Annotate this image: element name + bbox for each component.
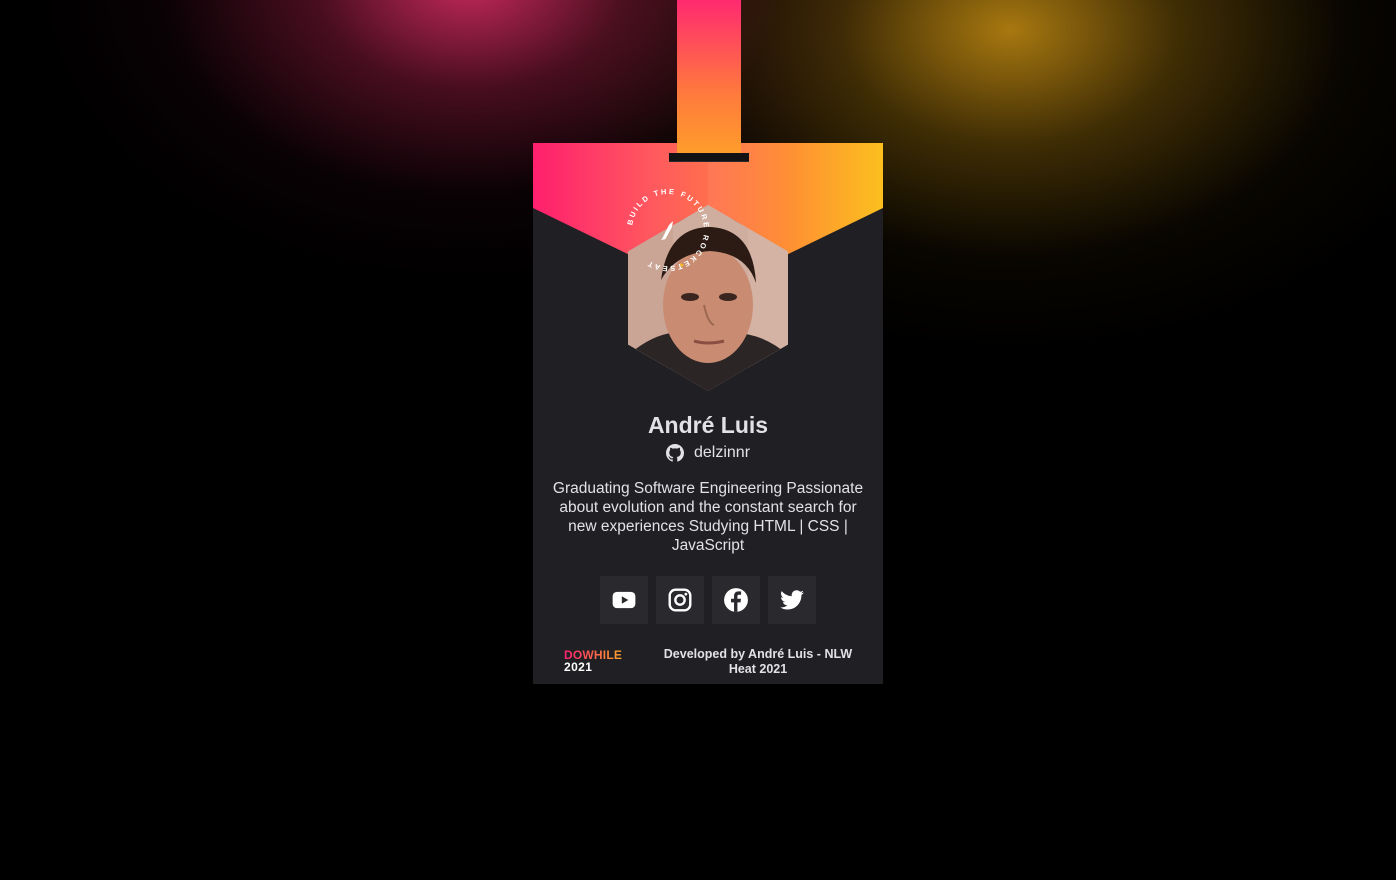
facebook-icon xyxy=(724,588,748,612)
build-the-future-seal: BUILD THE FUTURE ROCKETSEAT xyxy=(625,187,711,273)
profile-name: André Luis xyxy=(647,412,769,438)
social-links xyxy=(533,576,883,624)
twitter-button[interactable] xyxy=(768,576,816,624)
footer-credit: Developed by André Luis - NLW Heat 2021 xyxy=(663,647,853,676)
profile-badge: BUILD THE FUTURE ROCKETSEAT André Luis d… xyxy=(533,143,883,684)
youtube-icon xyxy=(612,591,636,609)
svg-text:ROCKETSEAT: ROCKETSEAT xyxy=(645,234,711,273)
facebook-button[interactable] xyxy=(712,576,760,624)
dowhile-logo: DOWHILE 2021 xyxy=(564,649,634,679)
github-icon xyxy=(665,444,684,462)
lanyard-clip xyxy=(669,153,749,162)
github-link[interactable]: delzinnr xyxy=(533,443,883,463)
svg-text:BUILD THE FUTURE: BUILD THE FUTURE xyxy=(625,187,711,230)
badge-footer: DOWHILE 2021 Developed by André Luis - N… xyxy=(533,647,883,681)
lanyard-strap xyxy=(677,0,741,156)
twitter-icon xyxy=(780,590,804,610)
dowhile-logo-year: 2021 xyxy=(564,660,593,674)
profile-bio: Graduating Software Engineering Passiona… xyxy=(552,480,864,554)
rocket-icon xyxy=(663,221,673,238)
instagram-button[interactable] xyxy=(656,576,704,624)
github-username: delzinnr xyxy=(693,444,751,461)
profile-info: André Luis delzinnr Graduating Software … xyxy=(533,409,883,624)
youtube-button[interactable] xyxy=(600,576,648,624)
instagram-icon xyxy=(668,588,692,612)
